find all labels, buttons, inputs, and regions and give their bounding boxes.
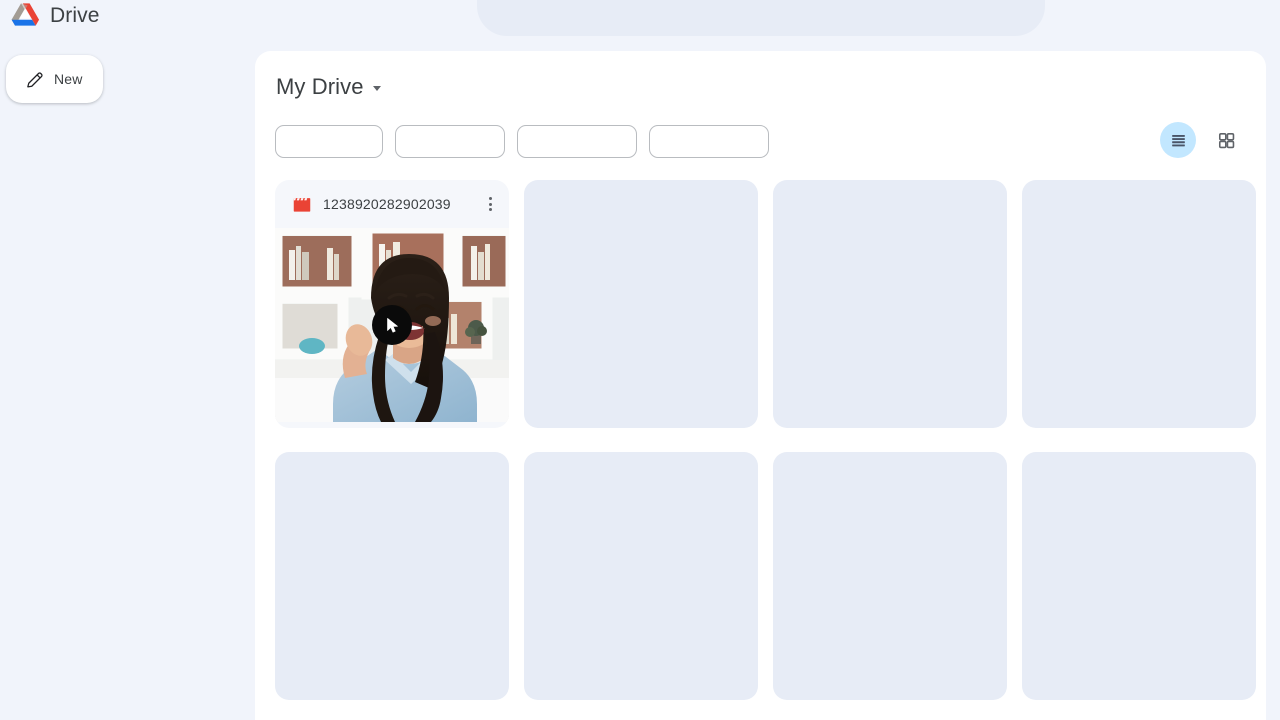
main-content-panel: My Drive 1238920282902039 xyxy=(255,51,1266,720)
filter-chip-bar xyxy=(275,125,769,158)
my-drive-title-dropdown[interactable]: My Drive xyxy=(276,74,381,100)
filter-chip-modified[interactable] xyxy=(517,125,637,158)
file-thumbnail xyxy=(275,228,509,422)
brand-area[interactable]: Drive xyxy=(10,2,100,29)
pencil-icon xyxy=(27,72,43,88)
file-name: 1238920282902039 xyxy=(323,196,451,212)
page-title: My Drive xyxy=(276,74,364,99)
file-card-placeholder[interactable] xyxy=(524,452,758,700)
view-toggle-group xyxy=(1160,122,1244,158)
file-card-header: 1238920282902039 xyxy=(275,180,509,228)
file-card-placeholder[interactable] xyxy=(524,180,758,428)
mouse-cursor-icon xyxy=(386,317,398,333)
filter-chip-type[interactable] xyxy=(275,125,383,158)
chevron-down-icon xyxy=(372,86,381,91)
file-card-placeholder[interactable] xyxy=(773,180,1007,428)
sidebar: New xyxy=(0,48,255,720)
grid-view-icon xyxy=(1218,132,1234,148)
file-grid: 1238920282902039 xyxy=(275,180,1256,700)
search-input[interactable] xyxy=(477,0,1045,36)
filter-chip-source[interactable] xyxy=(649,125,769,158)
video-clapperboard-icon xyxy=(293,197,311,212)
file-card-placeholder[interactable] xyxy=(275,452,509,700)
file-card[interactable]: 1238920282902039 xyxy=(275,180,509,428)
new-button-label: New xyxy=(54,71,83,87)
file-card-placeholder[interactable] xyxy=(773,452,1007,700)
top-bar: Drive xyxy=(0,0,1280,48)
filter-chip-people[interactable] xyxy=(395,125,505,158)
google-drive-logo-icon xyxy=(11,3,40,26)
drive-app: Drive New My Drive 1238920282902039 xyxy=(0,0,1280,720)
grid-view-toggle[interactable] xyxy=(1208,122,1244,158)
list-view-icon xyxy=(1171,134,1185,146)
more-vertical-icon[interactable] xyxy=(477,191,503,217)
file-card-placeholder[interactable] xyxy=(1022,452,1256,700)
file-card-placeholder[interactable] xyxy=(1022,180,1256,428)
list-view-toggle[interactable] xyxy=(1160,122,1196,158)
new-button[interactable]: New xyxy=(6,55,103,103)
cursor-badge-icon xyxy=(372,305,412,345)
brand-name: Drive xyxy=(50,3,100,27)
